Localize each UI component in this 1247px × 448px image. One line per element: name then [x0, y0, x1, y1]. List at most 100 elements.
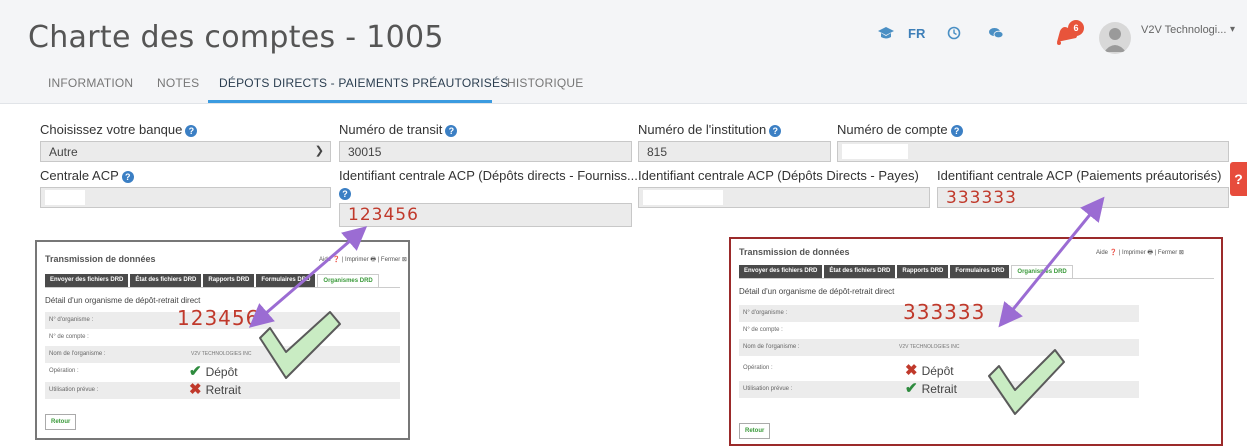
cross-icon: ✖: [189, 381, 202, 398]
acp-label: Centrale ACP?: [40, 168, 134, 183]
page-title: Charte des comptes - 1005: [28, 20, 444, 55]
screenshot-heading: Détail d'un organisme de dépôt-retrait d…: [45, 296, 201, 305]
tab-history[interactable]: HISTORIQUE: [507, 76, 583, 90]
screenshot-tabs: Envoyer des fichiers DRD État des fichie…: [45, 274, 379, 287]
screenshot-title: Transmission de données: [739, 247, 850, 257]
row-value: V2V TECHNOLOGIES INC: [899, 344, 960, 350]
screenshot-tabs: Envoyer des fichiers DRD État des fichie…: [739, 265, 1073, 278]
back-button[interactable]: Retour: [739, 423, 771, 439]
account-label: Numéro de compte?: [837, 122, 963, 137]
divider: [739, 278, 1214, 279]
help-icon[interactable]: ?: [185, 124, 198, 137]
id-preauth-label-text: Identifiant centrale ACP (Paiements préa…: [937, 168, 1222, 183]
redaction-block: [45, 190, 85, 205]
id-preauth-field[interactable]: 333333: [937, 187, 1229, 208]
transit-field[interactable]: 30015: [339, 141, 632, 162]
institution-label: Numéro de l'institution?: [638, 122, 782, 137]
redaction-block: [643, 190, 723, 205]
screenshot-title: Transmission de données: [45, 254, 156, 264]
bank-select[interactable]: Autre ❯: [40, 141, 331, 162]
id-supplier-field[interactable]: 123456: [339, 203, 632, 227]
id-payroll-label: Identifiant centrale ACP (Dépôts Directs…: [638, 168, 919, 183]
graduation-cap-icon[interactable]: [877, 26, 895, 44]
table-row: N° de compte :: [739, 322, 1139, 339]
language-selector[interactable]: FR: [908, 26, 925, 41]
table-row: Nom de l'organisme : V2V TECHNOLOGIES INC: [45, 346, 400, 363]
screenshot-links: Aide ❓ | Imprimer 🖶 | Fermer ⊠: [319, 257, 407, 263]
row-label: N° d'organisme :: [49, 317, 94, 323]
row-label: N° d'organisme :: [743, 310, 788, 316]
check-icon: ✔: [189, 363, 202, 380]
id-supplier-label-text: Identifiant centrale ACP (Dépôts directs…: [339, 168, 638, 183]
row-value: V2V TECHNOLOGIES INC: [191, 351, 252, 357]
divider: [45, 287, 400, 288]
tab-direct-deposits[interactable]: DÉPOTS DIRECTS - PAIEMENTS PRÉAUTORISÉS: [219, 76, 508, 90]
check-icon: ✔: [905, 380, 918, 397]
screenshot-tab: État des fichiers DRD: [824, 265, 896, 278]
cross-icon: ✖: [905, 362, 918, 379]
operation-label: Dépôt: [205, 365, 238, 379]
chat-icon[interactable]: [988, 26, 1004, 44]
row-label: Nom de l'organisme :: [743, 344, 800, 350]
avatar[interactable]: [1099, 22, 1131, 54]
screenshot-tab: Rapports DRD: [897, 265, 949, 278]
notification-badge: 6: [1068, 20, 1084, 36]
screenshot-tab: Envoyer des fichiers DRD: [739, 265, 823, 278]
screenshot-links: Aide ❓ | Imprimer 🖶 | Fermer ⊠: [1096, 250, 1184, 256]
bank-select-value: Autre: [49, 145, 78, 159]
id-preauth-label: Identifiant centrale ACP (Paiements préa…: [937, 168, 1221, 183]
redaction-block: [842, 144, 908, 159]
organisme-number: 123456: [177, 306, 260, 330]
help-icon[interactable]: ?: [121, 170, 134, 183]
screenshot-tab: État des fichiers DRD: [130, 274, 202, 287]
help-side-tab[interactable]: ?: [1230, 162, 1247, 196]
chevron-down-icon: ❯: [314, 145, 324, 157]
id-payroll-field[interactable]: [638, 187, 930, 208]
operation-deposit: ✖ Dépôt: [905, 361, 954, 379]
help-icon[interactable]: ?: [769, 124, 782, 137]
organisme-number: 333333: [903, 300, 986, 324]
transit-label: Numéro de transit?: [339, 122, 458, 137]
row-label: N° de compte :: [49, 334, 89, 340]
help-icon[interactable]: ?: [339, 188, 351, 200]
institution-field[interactable]: 815: [638, 141, 831, 162]
account-label-text: Numéro de compte: [837, 122, 948, 137]
tab-information[interactable]: INFORMATION: [48, 76, 133, 90]
account-field[interactable]: [837, 141, 1229, 162]
row-label: N° de compte :: [743, 327, 783, 333]
tab-bar: INFORMATION NOTES DÉPOTS DIRECTS - PAIEM…: [0, 68, 1247, 104]
row-label: Opération :: [743, 365, 773, 371]
help-icon[interactable]: ?: [445, 124, 458, 137]
bank-label-text: Choisissez votre banque: [40, 122, 183, 137]
row-label: Opération :: [49, 368, 79, 374]
screenshot-tab: Formulaires DRD: [256, 274, 316, 287]
screenshot-heading: Détail d'un organisme de dépôt-retrait d…: [739, 287, 895, 296]
operation-withdrawal: ✔ Retrait: [905, 379, 957, 397]
screenshot-tab-active: Organismes DRD: [317, 274, 379, 287]
tab-notes[interactable]: NOTES: [157, 76, 199, 90]
screenshot-right: Transmission de données Aide ❓ | Imprime…: [729, 237, 1223, 446]
acp-field[interactable]: [40, 187, 331, 208]
institution-field-value: 815: [647, 145, 668, 159]
row-label: Utilisation prévue :: [743, 386, 793, 392]
user-name[interactable]: V2V Technologi...: [1141, 24, 1226, 36]
screenshot-left: Transmission de données Aide ❓ | Imprime…: [35, 240, 410, 440]
chevron-down-icon[interactable]: ▾: [1230, 24, 1235, 35]
back-button[interactable]: Retour: [45, 414, 77, 430]
table-row: N° de compte :: [45, 329, 400, 346]
acp-label-text: Centrale ACP: [40, 168, 119, 183]
row-label: Utilisation prévue :: [49, 387, 99, 393]
page: Charte des comptes - 1005 FR 6 V2V Techn…: [0, 0, 1247, 448]
bank-label: Choisissez votre banque?: [40, 122, 198, 137]
clock-icon[interactable]: [947, 26, 961, 44]
operation-label: Dépôt: [921, 364, 954, 378]
screenshot-tab-active: Organismes DRD: [1011, 265, 1073, 278]
help-icon[interactable]: ?: [950, 124, 963, 137]
active-tab-indicator: [208, 100, 492, 103]
id-supplier-label: Identifiant centrale ACP (Dépôts directs…: [339, 168, 638, 183]
screenshot-tab: Formulaires DRD: [950, 265, 1010, 278]
institution-label-text: Numéro de l'institution: [638, 122, 767, 137]
table-row: Nom de l'organisme : V2V TECHNOLOGIES INC: [739, 339, 1139, 356]
screenshot-tab: Envoyer des fichiers DRD: [45, 274, 129, 287]
screenshot-tab: Rapports DRD: [203, 274, 255, 287]
